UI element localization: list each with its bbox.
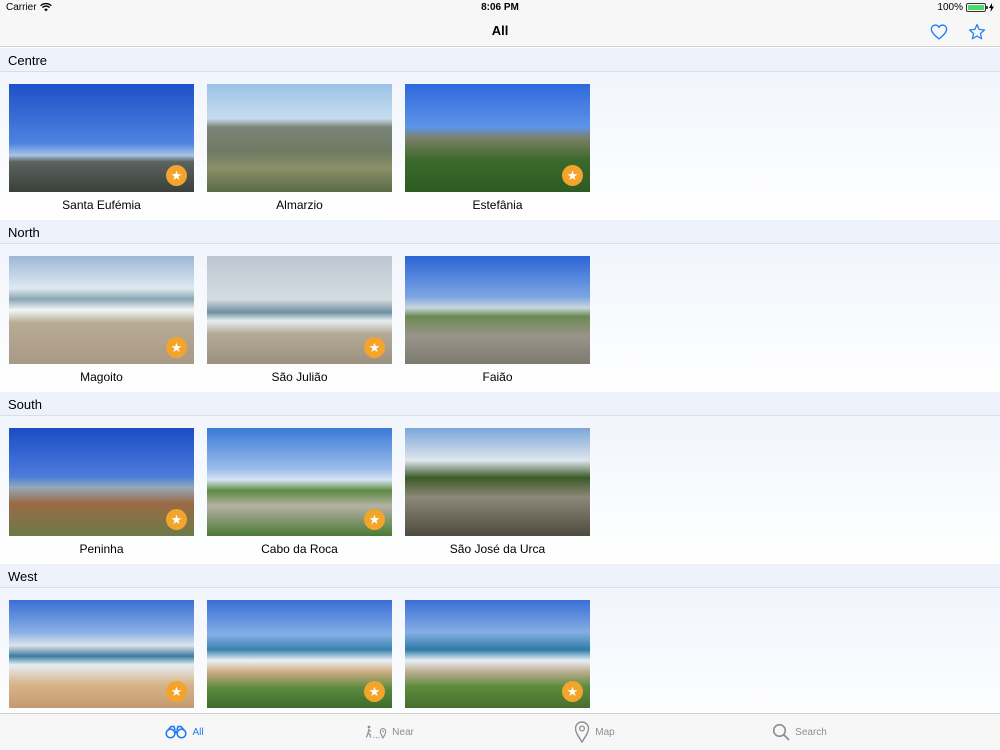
section-grid: ★ Magoito ★ São Julião Faião	[0, 244, 1000, 392]
section-west: West ★ ★ ★	[0, 564, 1000, 713]
place-card[interactable]: ★ Magoito	[9, 256, 194, 384]
section-header: South	[0, 392, 1000, 416]
place-photo	[207, 84, 392, 192]
section-grid: ★ Peninha ★ Cabo da Roca São José da Urc…	[0, 416, 1000, 564]
charging-bolt-icon	[989, 3, 994, 12]
favorite-star-icon: ★	[562, 165, 583, 186]
map-pin-icon	[575, 721, 590, 743]
page-title: All	[491, 23, 509, 38]
battery-percent: 100%	[937, 2, 963, 13]
section-header: Centre	[0, 48, 1000, 72]
place-card[interactable]: ★ Cabo da Roca	[207, 428, 392, 556]
starred-button[interactable]	[966, 21, 988, 43]
section-centre: Centre ★ Santa Eufémia Almarzio ★ Estefâ…	[0, 48, 1000, 220]
favorite-star-icon: ★	[166, 681, 187, 702]
place-name: Santa Eufémia	[62, 198, 141, 212]
place-name: Estefânia	[472, 198, 523, 212]
status-bar: Carrier 8:06 PM 100%	[0, 0, 1000, 16]
status-time: 8:06 PM	[481, 2, 519, 13]
section-south: South ★ Peninha ★ Cabo da Roca São José …	[0, 392, 1000, 564]
place-card[interactable]: São José da Urca	[405, 428, 590, 556]
place-card[interactable]: ★ São Julião	[207, 256, 392, 384]
favorite-star-icon: ★	[166, 165, 187, 186]
tab-label: Map	[595, 726, 615, 738]
tab-all[interactable]: All	[82, 714, 287, 750]
tab-label: Near	[392, 726, 414, 738]
place-photo	[405, 256, 590, 364]
tab-search[interactable]: Search	[697, 714, 902, 750]
battery-icon	[966, 3, 988, 12]
place-name: São José da Urca	[449, 542, 546, 556]
place-name: Almarzio	[276, 198, 323, 212]
battery-info: 100%	[937, 2, 994, 13]
places-list[interactable]: Centre ★ Santa Eufémia Almarzio ★ Estefâ…	[0, 48, 1000, 713]
place-card[interactable]: ★ Peninha	[9, 428, 194, 556]
place-photo: ★	[9, 428, 194, 536]
navigation-bar: All	[0, 16, 1000, 47]
tab-bar: All Near Map Search	[0, 713, 1000, 750]
place-photo: ★	[405, 84, 590, 192]
section-north: North ★ Magoito ★ São Julião Faião	[0, 220, 1000, 392]
place-photo: ★	[207, 600, 392, 708]
place-card[interactable]: ★ Estefânia	[405, 84, 590, 212]
tab-near[interactable]: Near	[287, 714, 492, 750]
section-header: West	[0, 564, 1000, 588]
place-card[interactable]: Faião	[405, 256, 590, 384]
binoculars-icon	[165, 725, 188, 739]
favorite-star-icon: ★	[166, 509, 187, 530]
favorites-button[interactable]	[928, 21, 950, 43]
star-icon	[968, 23, 986, 40]
place-photo: ★	[9, 84, 194, 192]
place-card[interactable]: ★	[207, 600, 392, 713]
place-card[interactable]: ★	[9, 600, 194, 713]
place-photo: ★	[207, 428, 392, 536]
place-card[interactable]: ★	[405, 600, 590, 713]
place-name: Magoito	[80, 370, 123, 384]
place-card[interactable]: Almarzio	[207, 84, 392, 212]
place-photo: ★	[405, 600, 590, 708]
favorite-star-icon: ★	[364, 509, 385, 530]
place-name: Faião	[482, 370, 513, 384]
favorite-star-icon: ★	[364, 337, 385, 358]
place-photo: ★	[9, 256, 194, 364]
place-name: Cabo da Roca	[261, 542, 338, 556]
favorite-star-icon: ★	[562, 681, 583, 702]
section-header: North	[0, 220, 1000, 244]
tab-label: Search	[795, 726, 827, 738]
place-name: São Julião	[271, 370, 328, 384]
tab-label: All	[192, 726, 204, 738]
place-name: Peninha	[79, 542, 124, 556]
favorite-star-icon: ★	[364, 681, 385, 702]
place-photo: ★	[207, 256, 392, 364]
tab-map[interactable]: Map	[492, 714, 697, 750]
walking-pin-icon	[366, 725, 387, 739]
place-card[interactable]: ★ Santa Eufémia	[9, 84, 194, 212]
place-photo: ★	[9, 600, 194, 708]
favorite-star-icon: ★	[166, 337, 187, 358]
heart-icon	[930, 24, 948, 40]
section-grid: ★ Santa Eufémia Almarzio ★ Estefânia	[0, 72, 1000, 220]
place-photo	[405, 428, 590, 536]
search-icon	[773, 723, 790, 741]
section-grid: ★ ★ ★	[0, 588, 1000, 713]
